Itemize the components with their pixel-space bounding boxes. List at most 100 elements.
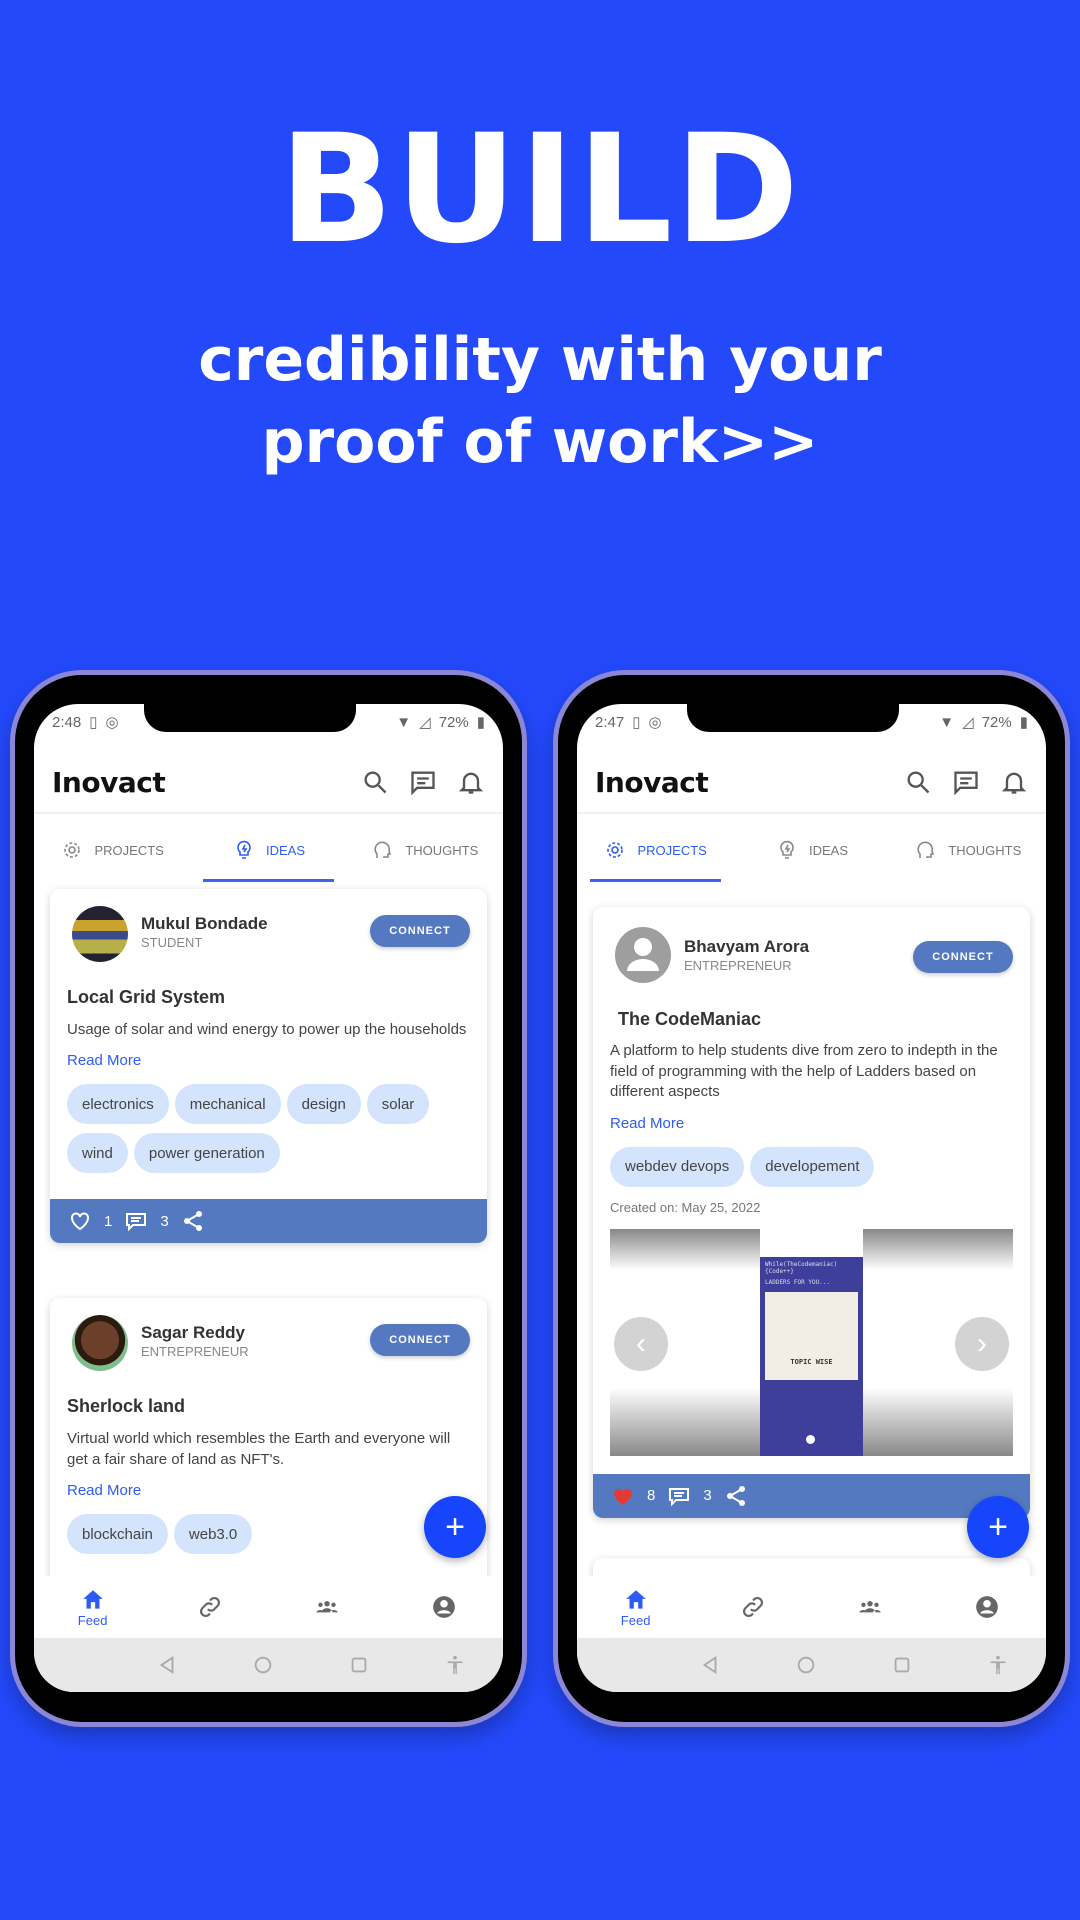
read-more-link[interactable]: Read More <box>67 1050 470 1071</box>
search-icon[interactable] <box>361 768 389 796</box>
battery-icon: ▮ <box>476 714 485 731</box>
back-icon[interactable] <box>662 1654 758 1676</box>
heart-icon[interactable] <box>68 1209 92 1233</box>
add-post-button[interactable]: + <box>424 1496 486 1558</box>
comment-icon[interactable] <box>667 1484 691 1508</box>
comment-icon[interactable] <box>124 1209 148 1233</box>
app-title: Inovact <box>52 766 166 799</box>
tag-chip[interactable]: web3.0 <box>173 1514 253 1554</box>
system-nav-bar <box>577 1638 1046 1692</box>
bell-icon[interactable] <box>1000 768 1028 796</box>
recents-icon[interactable] <box>854 1654 950 1676</box>
messages-icon[interactable] <box>952 768 980 796</box>
author-role: STUDENT <box>141 935 203 950</box>
back-icon[interactable] <box>119 1654 215 1676</box>
phone-screen: 2:47 ▯ ◎ ▼ ◿ 72% ▮ Inovact PROJECTS IDEAS THO… <box>577 704 1046 1692</box>
tag-chip[interactable]: webdev devops <box>610 1146 745 1187</box>
nav-teams[interactable] <box>812 1576 929 1638</box>
profile-icon <box>433 1596 456 1618</box>
card-actions: 1 3 <box>50 1199 487 1243</box>
nav-connections[interactable] <box>694 1576 811 1638</box>
tab-label: IDEAS <box>265 842 305 858</box>
tag-chip[interactable]: electronics <box>67 1084 169 1124</box>
default-avatar-icon[interactable] <box>615 927 671 983</box>
card-description: Usage of solar and wind energy to power … <box>67 1021 467 1038</box>
nav-feed[interactable]: Feed <box>577 1576 694 1638</box>
tag-list: webdev devops developement <box>610 1146 1013 1187</box>
project-card[interactable]: Bhavyam Arora ENTREPRENEUR CONNECT The C… <box>593 907 1030 1518</box>
tab-label: PROJECTS <box>94 842 164 858</box>
tag-chip[interactable]: solar <box>366 1084 430 1124</box>
notch <box>144 704 356 732</box>
search-icon[interactable] <box>904 768 932 796</box>
gear-icon <box>607 842 624 858</box>
avatar[interactable] <box>72 1315 128 1371</box>
project-image-carousel[interactable]: While(TheCodemaniac) {Code++} LADDERS FO… <box>610 1228 1013 1456</box>
card-description: Virtual world which resembles the Earth … <box>67 1430 451 1468</box>
read-more-link[interactable]: Read More <box>67 1480 470 1501</box>
tag-chip[interactable]: power generation <box>133 1133 280 1173</box>
accessibility-icon[interactable] <box>950 1654 1046 1676</box>
sync-icon: ◎ <box>105 714 119 731</box>
head-icon <box>374 841 392 858</box>
home-icon <box>82 1589 103 1609</box>
nav-teams[interactable] <box>269 1576 386 1638</box>
battery-icon: ▮ <box>1019 714 1028 731</box>
notch <box>687 704 899 732</box>
status-time: 2:48 <box>52 713 82 731</box>
author-role: ENTREPRENEUR <box>684 958 792 973</box>
heart-filled-icon[interactable] <box>611 1484 635 1508</box>
screenshot-text: {Code++} <box>765 1267 794 1275</box>
home-button-icon[interactable] <box>215 1654 311 1676</box>
recents-icon[interactable] <box>311 1654 407 1676</box>
like-count: 1 <box>104 1212 113 1230</box>
add-post-button[interactable]: + <box>967 1496 1029 1558</box>
idea-card[interactable]: Sagar Reddy ENTREPRENEUR CONNECT Sherloc… <box>50 1298 487 1598</box>
headline-title: BUILD <box>278 103 802 277</box>
created-date: Created on: May 25, 2022 <box>610 1199 761 1215</box>
tag-chip[interactable]: blockchain <box>67 1514 168 1554</box>
share-icon[interactable] <box>724 1484 748 1508</box>
accessibility-icon[interactable] <box>407 1654 503 1676</box>
avatar[interactable] <box>72 906 128 962</box>
app-bar: Inovact <box>34 754 503 814</box>
sync-icon: ◎ <box>648 714 662 731</box>
carousel-next-button[interactable]: › <box>955 1316 1009 1371</box>
author-name[interactable]: Bhavyam Arora <box>684 937 809 957</box>
carousel-prev-button[interactable]: ‹ <box>614 1316 668 1371</box>
tag-chip[interactable]: mechanical <box>174 1084 281 1124</box>
read-more-link[interactable]: Read More <box>610 1113 1013 1134</box>
nav-feed-label: Feed <box>620 1612 651 1628</box>
tag-list: blockchain web3.0 <box>67 1514 470 1554</box>
tab-ideas[interactable]: IDEAS <box>190 816 346 884</box>
nav-profile[interactable] <box>929 1576 1046 1638</box>
connect-button[interactable]: CONNECT <box>913 941 1013 973</box>
bell-icon[interactable] <box>457 768 485 796</box>
tab-projects[interactable]: PROJECTS <box>577 816 733 884</box>
battery-level: 72% <box>981 713 1012 731</box>
tag-chip[interactable]: developement <box>750 1146 875 1187</box>
phone-mockup-ideas: 2:48 ▯ ◎ ▼ ◿ 72% ▮ Inovact PROJECTS IDEAS THO… <box>10 670 527 1727</box>
nav-profile[interactable] <box>386 1576 503 1638</box>
tab-thoughts[interactable]: THOUGHTS <box>890 816 1046 884</box>
carousel-dot[interactable] <box>806 1434 815 1444</box>
home-button-icon[interactable] <box>758 1654 854 1676</box>
idea-card[interactable]: Mukul Bondade STUDENT CONNECT Local Grid… <box>50 889 487 1243</box>
author-name[interactable]: Mukul Bondade <box>141 914 268 934</box>
sim-icon: ▯ <box>89 714 98 731</box>
connect-button[interactable]: CONNECT <box>370 1324 470 1356</box>
messages-icon[interactable] <box>409 768 437 796</box>
nav-connections[interactable] <box>151 1576 268 1638</box>
share-icon[interactable] <box>181 1209 205 1233</box>
tab-projects[interactable]: PROJECTS <box>34 816 190 884</box>
head-icon <box>917 841 935 858</box>
tab-thoughts[interactable]: THOUGHTS <box>347 816 503 884</box>
tag-chip[interactable]: wind <box>67 1133 128 1173</box>
tag-chip[interactable]: design <box>286 1084 361 1124</box>
connect-button[interactable]: CONNECT <box>370 915 470 947</box>
nav-feed[interactable]: Feed <box>34 1576 151 1638</box>
author-name[interactable]: Sagar Reddy <box>141 1323 245 1343</box>
screenshot-tile-text: TOPIC WISE <box>790 1357 833 1366</box>
like-count: 8 <box>647 1487 656 1504</box>
tab-ideas[interactable]: IDEAS <box>733 816 889 884</box>
